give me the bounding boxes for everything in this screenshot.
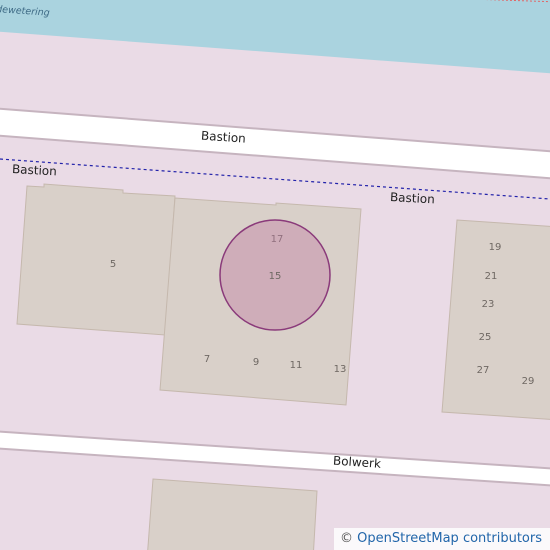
house-number-5: 5: [110, 259, 116, 270]
house-number-29: 29: [522, 376, 535, 387]
house-number-7: 7: [204, 354, 210, 365]
attribution-link[interactable]: OpenStreetMap contributors: [357, 531, 542, 546]
building-5[interactable]: [16, 183, 176, 336]
house-number-13: 13: [334, 364, 347, 375]
house-number-23: 23: [482, 299, 495, 310]
map-canvas: dewetering Bastion Bastion Bastion Bolwe…: [0, 0, 550, 550]
house-number-9: 9: [253, 357, 259, 368]
house-number-25: 25: [479, 332, 492, 343]
house-number-19: 19: [489, 242, 502, 253]
building-bottom[interactable]: [147, 478, 318, 550]
map-attribution: © OpenStreetMap contributors: [334, 528, 550, 550]
house-number-21: 21: [485, 271, 498, 282]
house-number-11: 11: [290, 360, 303, 371]
house-number-27: 27: [477, 365, 490, 376]
house-number-15: 15: [269, 271, 282, 282]
boundary-label-right: Bastion: [390, 190, 435, 206]
copyright-symbol: ©: [340, 531, 354, 546]
map-view[interactable]: dewetering Bastion Bastion Bastion Bolwe…: [0, 0, 550, 550]
boundary-label-left: Bastion: [12, 162, 57, 178]
